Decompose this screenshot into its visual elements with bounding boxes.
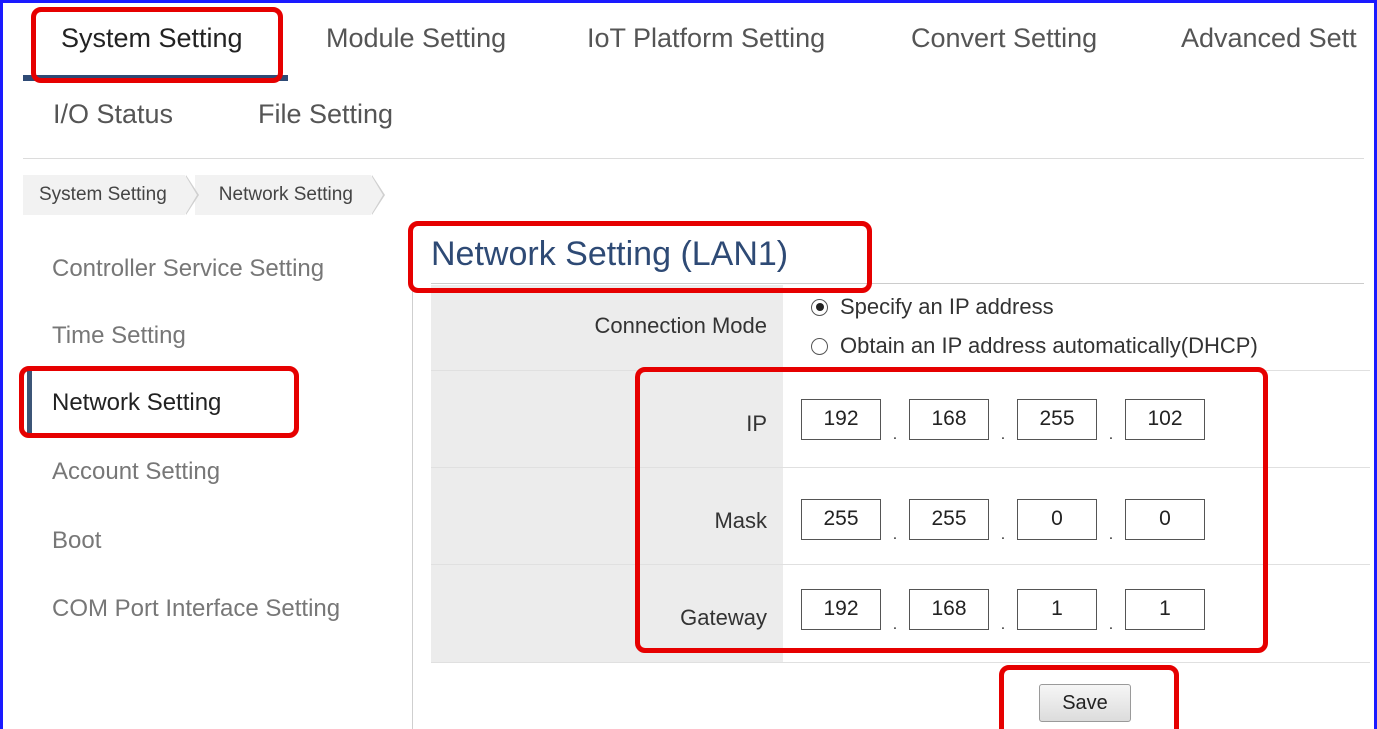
tabs-divider <box>23 158 1364 159</box>
ip-octet-4-input[interactable]: 102 <box>1125 399 1205 440</box>
save-button[interactable]: Save <box>1039 684 1131 722</box>
sidebar-item-network-setting[interactable]: Network Setting <box>52 389 221 417</box>
mask-octet-2-input[interactable]: 255 <box>909 499 989 540</box>
ip-separator: . <box>892 526 898 543</box>
mask-address-input: 255 . 255 . 0 . 0 <box>801 499 1205 543</box>
breadcrumb-network-setting[interactable]: Network Setting <box>194 175 386 215</box>
tab-io-status[interactable]: I/O Status <box>53 99 173 130</box>
sidebar-active-indicator <box>27 368 32 436</box>
label-cell: Mask <box>431 468 783 564</box>
tab-file-setting[interactable]: File Setting <box>258 99 393 130</box>
tab-convert-setting[interactable]: Convert Setting <box>911 23 1097 54</box>
breadcrumb-system-setting[interactable]: System Setting <box>23 175 199 215</box>
ip-separator: . <box>1000 616 1006 633</box>
radio-label-dhcp: Obtain an IP address automatically(DHCP) <box>840 333 1258 358</box>
sidebar-item-com-port-interface-setting[interactable]: COM Port Interface Setting <box>52 595 340 623</box>
ip-row: IP 192 . 168 . 255 . 102 <box>431 371 1370 468</box>
label-cell: Gateway <box>431 565 783 662</box>
save-row <box>431 663 1370 729</box>
gateway-octet-1-input[interactable]: 192 <box>801 589 881 630</box>
sidebar-item-controller-service-setting[interactable]: Controller Service Setting <box>52 255 324 283</box>
ip-separator: . <box>892 426 898 443</box>
sidebar-item-time-setting[interactable]: Time Setting <box>52 322 186 350</box>
window-frame: System Setting Module Setting IoT Platfo… <box>0 0 1377 729</box>
ip-separator: . <box>1108 426 1114 443</box>
ip-label: IP <box>746 411 767 436</box>
top-tabs: System Setting Module Setting IoT Platfo… <box>3 3 1374 83</box>
radio-button-checked[interactable] <box>811 298 828 316</box>
label-cell: Connection Mode <box>431 285 783 370</box>
ip-octet-1-input[interactable]: 192 <box>801 399 881 440</box>
gateway-address-input: 192 . 168 . 1 . 1 <box>801 589 1205 633</box>
gateway-octet-4-input[interactable]: 1 <box>1125 589 1205 630</box>
ip-separator: . <box>1108 616 1114 633</box>
sidebar: Controller Service Setting Time Setting … <box>3 231 413 729</box>
radio-button-unchecked[interactable] <box>811 337 828 355</box>
title-divider <box>431 283 1364 284</box>
ip-address-input: 192 . 168 . 255 . 102 <box>801 399 1205 443</box>
gateway-octet-2-input[interactable]: 168 <box>909 589 989 630</box>
label-cell: IP <box>431 371 783 467</box>
radio-option-static[interactable]: Specify an IP address <box>811 294 1054 320</box>
gateway-label: Gateway <box>680 605 767 630</box>
mask-octet-3-input[interactable]: 0 <box>1017 499 1097 540</box>
mask-row: Mask 255 . 255 . 0 . 0 <box>431 468 1370 565</box>
mask-label: Mask <box>714 508 767 533</box>
tab-module-setting[interactable]: Module Setting <box>326 23 506 54</box>
connection-mode-row: Connection Mode Specify an IP address Ob… <box>431 285 1370 371</box>
ip-separator: . <box>1000 526 1006 543</box>
save-cell <box>431 663 1370 729</box>
ip-separator: . <box>1108 526 1114 543</box>
tab-system-setting[interactable]: System Setting <box>61 23 243 54</box>
sidebar-item-boot[interactable]: Boot <box>52 527 101 555</box>
radio-option-dhcp[interactable]: Obtain an IP address automatically(DHCP) <box>811 333 1258 359</box>
gateway-octet-3-input[interactable]: 1 <box>1017 589 1097 630</box>
radio-label-static: Specify an IP address <box>840 294 1054 319</box>
ip-octet-2-input[interactable]: 168 <box>909 399 989 440</box>
page-title: Network Setting (LAN1) <box>431 235 789 273</box>
ip-separator: . <box>892 616 898 633</box>
gateway-row: Gateway 192 . 168 . 1 . 1 <box>431 565 1370 663</box>
breadcrumb: System Setting Network Setting <box>23 175 386 215</box>
mask-octet-4-input[interactable]: 0 <box>1125 499 1205 540</box>
ip-octet-3-input[interactable]: 255 <box>1017 399 1097 440</box>
sidebar-item-account-setting[interactable]: Account Setting <box>52 458 220 486</box>
tab-iot-platform-setting[interactable]: IoT Platform Setting <box>587 23 825 54</box>
ip-separator: . <box>1000 426 1006 443</box>
mask-octet-1-input[interactable]: 255 <box>801 499 881 540</box>
tab-advanced-setting[interactable]: Advanced Sett <box>1181 23 1357 54</box>
active-tab-indicator <box>23 75 288 81</box>
connection-mode-label: Connection Mode <box>594 313 767 338</box>
